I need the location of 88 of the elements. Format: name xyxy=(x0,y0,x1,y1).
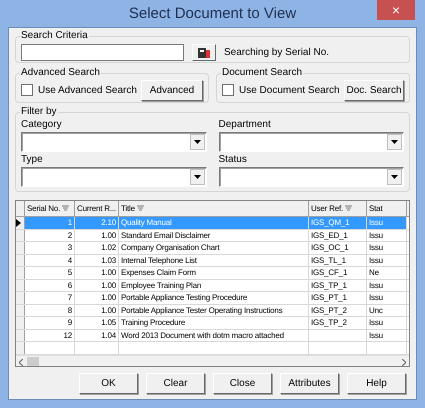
sort-icon xyxy=(62,205,70,212)
table-cell: Issu xyxy=(367,330,407,341)
table-cell: IGS_ED_1 xyxy=(309,230,367,241)
table-cell: 1.02 xyxy=(75,242,119,254)
table-cell: 1.00 xyxy=(75,280,119,291)
table-cell: IGS_TL_1 xyxy=(309,254,367,266)
filter-label: Department xyxy=(218,118,272,131)
table-cell: IGS_PT_2 xyxy=(309,304,367,316)
table-cell: 5 xyxy=(25,267,75,278)
dialog-button[interactable]: Doc. Search xyxy=(344,80,404,100)
table-cell: Portable Appliance Testing Procedure xyxy=(119,292,309,304)
search-field[interactable] xyxy=(21,44,184,61)
table-cell: IGS_PT_1 xyxy=(309,292,367,304)
checkbox[interactable] xyxy=(21,84,33,96)
table-cell: Internal Telephone List xyxy=(119,254,309,266)
close-button[interactable]: × xyxy=(377,0,415,20)
table-cell: Issu xyxy=(367,254,407,266)
table-cell: 12 xyxy=(25,330,75,341)
table-cell: Quality Manual xyxy=(119,217,309,228)
dropdown-field[interactable] xyxy=(21,167,206,187)
table-cell: 2.10 xyxy=(75,217,119,228)
dropdown-field[interactable] xyxy=(21,132,206,152)
window-title: Select Document to View xyxy=(128,4,298,24)
table-cell: 1.00 xyxy=(75,267,119,278)
table-cell: 6 xyxy=(25,280,75,291)
dialog-button[interactable]: OK xyxy=(79,373,138,394)
table-cell: Issu xyxy=(367,230,407,241)
group-label: Filter by xyxy=(20,105,58,119)
table-cell: Training Procedure xyxy=(119,317,309,328)
table-cell: 7 xyxy=(25,292,75,304)
table-cell: Standard Email Disclaimer xyxy=(119,230,309,241)
row-header[interactable] xyxy=(16,217,25,228)
checkbox[interactable] xyxy=(222,84,234,96)
column-header[interactable]: Stat xyxy=(367,201,407,216)
table-cell: Issu xyxy=(367,280,407,291)
dialog-button[interactable]: Attributes xyxy=(280,373,339,394)
table-cell: 2 xyxy=(25,230,75,241)
dialog-button[interactable]: Close xyxy=(213,373,272,394)
table-cell: IGS_QM_1 xyxy=(309,217,367,228)
column-header[interactable]: Title xyxy=(119,201,309,216)
table-cell: 1.03 xyxy=(75,254,119,266)
table-cell: 3 xyxy=(25,242,75,254)
column-header[interactable]: Serial No. xyxy=(25,201,75,216)
dropdown-field[interactable] xyxy=(218,132,404,152)
column-header[interactable]: User Ref. xyxy=(309,201,367,216)
table-cell: IGS_TP_1 xyxy=(309,280,367,291)
table-cell: Company Organisation Chart xyxy=(119,242,309,254)
table-cell: 8 xyxy=(25,304,75,316)
table-cell: Employee Training Plan xyxy=(119,280,309,291)
current-row-icon xyxy=(16,218,21,227)
table-cell: Issu xyxy=(367,317,407,328)
filter-label: Category xyxy=(21,118,63,131)
table-cell: 1.05 xyxy=(75,317,119,328)
table-cell: Expenses Claim Form xyxy=(119,267,309,278)
checkbox-label: Use Advanced Search xyxy=(38,84,137,98)
table-cell: IGS_CF_1 xyxy=(309,267,367,278)
dialog-button[interactable]: Advanced xyxy=(141,80,203,100)
table-cell: Word 2013 Document with dotm macro attached xyxy=(119,330,309,341)
table-cell: 4 xyxy=(25,254,75,266)
table-cell: 1.04 xyxy=(75,330,119,341)
table-cell: IGS_OC_1 xyxy=(309,242,367,254)
table-cell: Ne xyxy=(367,267,407,278)
sort-icon xyxy=(136,205,144,212)
scroll-right-icon xyxy=(402,358,406,366)
table-cell: Issu xyxy=(367,217,407,228)
horizontal-scrollbar[interactable] xyxy=(16,354,409,366)
table-cell: 9 xyxy=(25,317,75,328)
scrollbar-thumb[interactable] xyxy=(27,357,39,366)
table-cell: Portable Appliance Tester Operating Instructions xyxy=(119,304,309,316)
table-cell: 1.00 xyxy=(75,292,119,304)
scroll-left-icon xyxy=(19,358,23,366)
table-cell: Unc xyxy=(367,304,407,316)
filter-label: Type xyxy=(21,153,44,166)
column-header[interactable]: Current R... xyxy=(75,201,119,216)
table-cell: Issu xyxy=(367,242,407,254)
checkbox-label: Use Document Search xyxy=(239,84,340,98)
dialog-button[interactable]: Help xyxy=(347,373,406,394)
dialog-button[interactable]: Clear xyxy=(146,373,205,394)
sort-icon xyxy=(345,205,352,212)
table-cell: 1.00 xyxy=(75,230,119,241)
table-cell: 1 xyxy=(25,217,75,228)
table-cell: IGS_TP_2 xyxy=(309,317,367,328)
search-mode-button[interactable] xyxy=(192,44,216,61)
table-cell: 1.00 xyxy=(75,304,119,316)
table-cell: Issu xyxy=(367,292,407,304)
dropdown-field[interactable] xyxy=(218,167,404,187)
search-mode-text: Searching by Serial No. xyxy=(224,46,330,60)
filter-label: Status xyxy=(218,153,248,166)
